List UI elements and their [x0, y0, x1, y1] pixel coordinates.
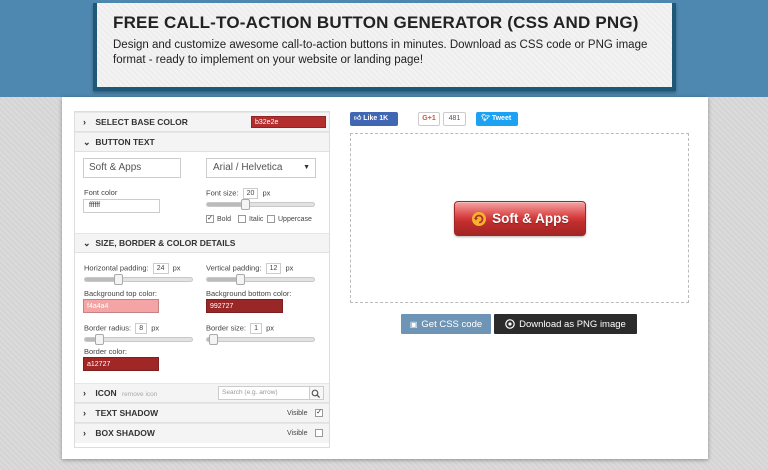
base-color-input[interactable]: b32e2e	[251, 116, 326, 128]
bg-bottom-color-input[interactable]: 992727	[206, 299, 283, 313]
get-css-label: Get CSS code	[421, 318, 483, 330]
gift-icon: ▣	[409, 319, 418, 329]
google-plus-button[interactable]: G+1	[418, 112, 440, 126]
section-label: BOX SHADOW	[95, 428, 155, 438]
text-shadow-visible-checkbox[interactable]: ✓	[315, 409, 323, 417]
download-png-label: Download as PNG image	[519, 318, 626, 330]
section-button-text[interactable]: ⌄ BUTTON TEXT	[75, 132, 329, 152]
remove-icon-link[interactable]: remove icon	[122, 391, 157, 398]
border-size-label: Border size:	[206, 323, 247, 333]
search-icon	[311, 389, 321, 399]
icon-search-button[interactable]	[310, 386, 324, 400]
like-count: 1K	[379, 115, 389, 122]
border-size-row: Border size: 1 px	[206, 323, 274, 334]
font-size-slider[interactable]	[206, 199, 315, 210]
unit-label: px	[151, 323, 160, 333]
chevron-right-icon: ›	[83, 408, 86, 418]
bold-label: Bold	[217, 216, 232, 223]
get-css-button[interactable]: ▣ Get CSS code	[401, 314, 491, 334]
thumbs-up-icon: 👍︎	[354, 115, 362, 122]
bg-top-label: Background top color:	[84, 289, 157, 298]
header-box: FREE CALL-TO-ACTION BUTTON GENERATOR (CS…	[93, 3, 676, 91]
font-size-input[interactable]: 20	[242, 188, 259, 199]
like-label: Like	[363, 115, 378, 122]
slider-handle[interactable]	[241, 199, 250, 210]
download-circle-icon	[505, 319, 515, 329]
section-label: BUTTON TEXT	[95, 137, 155, 147]
border-radius-row: Border radius: 8 px	[84, 323, 159, 334]
v-padding-label: Vertical padding:	[206, 263, 262, 273]
border-radius-label: Border radius:	[84, 323, 132, 333]
twitter-bird-icon: 🐦︎	[481, 115, 490, 122]
preview-button-label: Soft & Apps	[492, 211, 569, 226]
google-plus-count: 481	[443, 112, 466, 126]
v-padding-input[interactable]: 12	[265, 263, 282, 274]
bg-bottom-label: Background bottom color:	[206, 289, 292, 298]
section-details[interactable]: ⌄ SIZE, BORDER & COLOR DETAILS	[75, 233, 329, 253]
chevron-down-icon: ⌄	[83, 238, 91, 248]
h-padding-slider[interactable]	[84, 274, 193, 285]
tweet-label: Tweet	[491, 115, 512, 122]
italic-label: Italic	[249, 216, 264, 223]
unit-label: px	[266, 323, 275, 333]
italic-checkbox[interactable]	[238, 215, 246, 223]
slider-handle[interactable]	[95, 334, 104, 345]
border-color-label: Border color:	[84, 347, 127, 356]
icon-search-input[interactable]: Search (e.g. arrow)	[218, 386, 310, 400]
preview-cta-button[interactable]: Soft & Apps	[454, 201, 586, 236]
section-label: ICON	[95, 388, 117, 398]
caret-down-icon: ▼	[303, 164, 310, 171]
font-color-label: Font color	[84, 188, 118, 197]
slider-handle[interactable]	[236, 274, 245, 285]
chevron-right-icon: ›	[83, 428, 86, 438]
font-color-input[interactable]: ffffff	[83, 199, 160, 213]
chevron-right-icon: ›	[83, 388, 86, 398]
box-shadow-visible-label: Visible	[287, 430, 308, 437]
section-label: TEXT SHADOW	[95, 408, 159, 418]
font-family-value: Arial / Helvetica	[213, 162, 283, 173]
font-size-row: Font size: 20 px	[206, 188, 270, 199]
button-preview-area: Soft & Apps	[350, 133, 689, 303]
settings-panel: › SELECT BASE COLOR b32e2e ⌄ BUTTON TEXT…	[74, 111, 330, 448]
tweet-button[interactable]: 🐦︎ Tweet	[476, 112, 518, 126]
v-padding-slider[interactable]	[206, 274, 315, 285]
rotate-arrow-icon	[472, 211, 487, 226]
download-png-button[interactable]: Download as PNG image	[494, 314, 637, 334]
uppercase-checkbox[interactable]	[267, 215, 275, 223]
font-size-label: Font size:	[206, 188, 239, 198]
border-size-slider[interactable]	[206, 334, 315, 345]
border-radius-slider[interactable]	[84, 334, 193, 345]
v-padding-row: Vertical padding: 12 px	[206, 263, 293, 274]
facebook-like-button[interactable]: 👍︎ Like 1K	[350, 112, 398, 126]
box-shadow-visible-checkbox[interactable]	[315, 429, 323, 437]
page-description: Design and customize awesome call-to-act…	[113, 39, 648, 66]
h-padding-row: Horizontal padding: 24 px	[84, 263, 181, 274]
section-label: SELECT BASE COLOR	[95, 117, 188, 127]
unit-label: px	[262, 188, 271, 198]
chevron-right-icon: ›	[83, 117, 86, 127]
main-panel: › SELECT BASE COLOR b32e2e ⌄ BUTTON TEXT…	[62, 97, 708, 459]
slider-fill	[207, 203, 245, 206]
bold-checkbox[interactable]: ✓	[206, 215, 214, 223]
border-color-input[interactable]: a12727	[83, 357, 159, 371]
border-size-input[interactable]: 1	[250, 323, 263, 334]
chevron-down-icon: ⌄	[83, 137, 91, 147]
slider-handle[interactable]	[114, 274, 123, 285]
text-shadow-visible-label: Visible	[287, 410, 308, 417]
bg-top-color-input[interactable]: f4a4a4	[83, 299, 159, 313]
slider-handle[interactable]	[209, 334, 218, 345]
uppercase-label: Uppercase	[278, 216, 312, 223]
border-radius-input[interactable]: 8	[135, 323, 148, 334]
h-padding-input[interactable]: 24	[152, 263, 169, 274]
page-title: FREE CALL-TO-ACTION BUTTON GENERATOR (CS…	[113, 13, 639, 32]
section-label: SIZE, BORDER & COLOR DETAILS	[95, 238, 236, 248]
font-family-select[interactable]: Arial / Helvetica ▼	[206, 158, 316, 178]
h-padding-label: Horizontal padding:	[84, 263, 149, 273]
button-text-input[interactable]: Soft & Apps	[83, 158, 181, 178]
unit-label: px	[285, 263, 294, 273]
unit-label: px	[172, 263, 181, 273]
